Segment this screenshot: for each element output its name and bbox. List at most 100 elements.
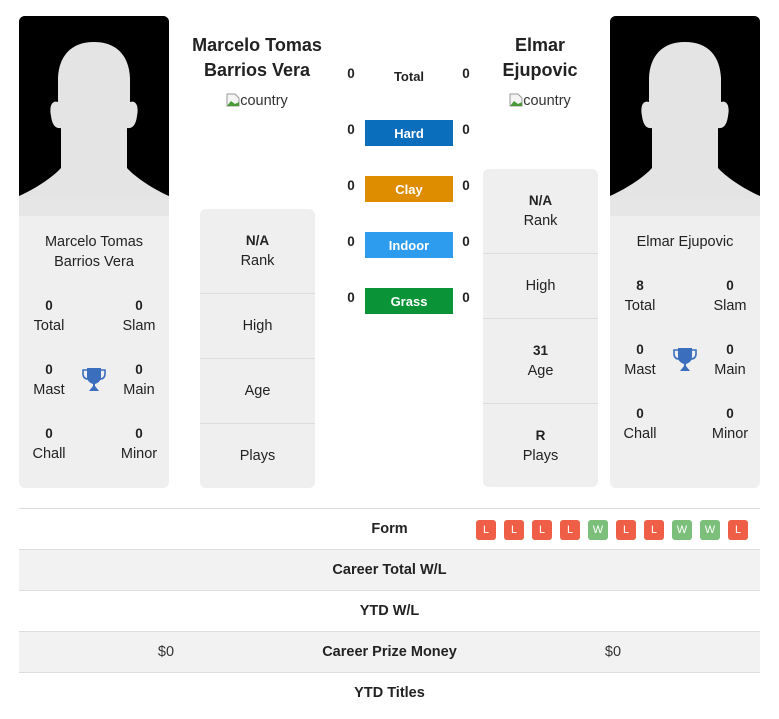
- player1-stat-mast: 0 Mast: [19, 360, 79, 400]
- form-badge-loss[interactable]: L: [504, 520, 524, 540]
- surface-hard-badge: Hard: [365, 120, 453, 146]
- form-badge-loss[interactable]: L: [560, 520, 580, 540]
- info-label: Age: [244, 383, 271, 399]
- h2h-label-total: Total: [393, 69, 425, 84]
- player1-card-name: Marcelo Tomas Barrios Vera: [19, 232, 169, 272]
- country-alt-text: country: [523, 93, 571, 109]
- form-badge-win[interactable]: W: [700, 520, 720, 540]
- player1-stat-total: 0 Total: [19, 296, 79, 336]
- stat-label: Main: [123, 382, 155, 398]
- stat-value: 0: [636, 342, 644, 357]
- player2-titles-card: Elmar Ejupovic 8 Total 0 Slam 0 Mast 0 M…: [610, 216, 760, 488]
- player2-plays: R Plays: [483, 404, 598, 487]
- stat-value: 0: [45, 426, 53, 441]
- player2-name-line1: Elmar: [514, 35, 566, 55]
- player1-titles-card: Marcelo Tomas Barrios Vera 0 Total 0 Sla…: [19, 216, 169, 488]
- player2-stat-total: 8 Total: [610, 276, 670, 316]
- stat-value: 0: [135, 426, 143, 441]
- stat-label: Chall: [32, 446, 66, 462]
- form-badge-loss[interactable]: L: [476, 520, 496, 540]
- player1-info-card: N/A Rank High Age Plays: [200, 209, 315, 488]
- player2-rank: N/A Rank: [483, 169, 598, 254]
- trophy-icon: [82, 368, 106, 391]
- h2h-p1-grass: 0: [347, 290, 355, 305]
- player1-card-name-line2: Barrios Vera: [54, 254, 134, 270]
- player1-stat-main: 0 Main: [109, 360, 169, 400]
- p2-value: [543, 591, 683, 632]
- stat-value: 0: [135, 298, 143, 313]
- player1-name-line2: Barrios Vera: [203, 60, 311, 80]
- player2-photo: [610, 16, 760, 216]
- player2-name[interactable]: Elmar Ejupovic: [460, 33, 620, 83]
- table-row-prize-money: $0 Career Prize Money $0: [19, 631, 760, 673]
- p2-value: [543, 550, 683, 591]
- player2-age: 31 Age: [483, 319, 598, 404]
- stat-value: 0: [45, 298, 53, 313]
- form-badge-loss[interactable]: L: [644, 520, 664, 540]
- stat-label: Slam: [122, 318, 156, 334]
- h2h-p2-hard: 0: [462, 122, 470, 137]
- info-value: N/A: [528, 193, 553, 208]
- info-value: R: [535, 427, 546, 443]
- form-badge-loss[interactable]: L: [728, 520, 748, 540]
- h2h-p1-total: 0: [347, 66, 355, 81]
- form-badge-win[interactable]: W: [588, 520, 608, 540]
- info-value: 31: [532, 343, 549, 358]
- info-label: High: [242, 318, 273, 334]
- info-label: Age: [527, 363, 554, 379]
- info-label: High: [525, 278, 556, 294]
- trophy-icon: [673, 348, 697, 371]
- stat-label: Main: [714, 362, 746, 378]
- table-row-career-wl: Career Total W/L: [19, 549, 760, 591]
- player2-stat-mast: 0 Mast: [610, 340, 670, 380]
- stat-label: Minor: [120, 446, 158, 462]
- h2h-p2-indoor: 0: [462, 234, 470, 249]
- player1-country-flag: country: [177, 93, 337, 109]
- player1-plays: Plays: [200, 424, 315, 488]
- broken-image-icon: [226, 93, 240, 107]
- h2h-p1-indoor: 0: [347, 234, 355, 249]
- avatar-silhouette-icon: [610, 16, 760, 216]
- stat-value: 0: [135, 362, 143, 377]
- player2-card-name: Elmar Ejupovic: [636, 234, 734, 250]
- player2-high: High: [483, 254, 598, 319]
- avatar-silhouette-icon: [19, 16, 169, 216]
- player2-stat-minor: 0 Minor: [700, 404, 760, 444]
- stat-label: Chall: [623, 426, 657, 442]
- player1-age: Age: [200, 359, 315, 424]
- h2h-p2-grass: 0: [462, 290, 470, 305]
- stat-label: Mast: [33, 382, 65, 398]
- p2-value: [543, 673, 683, 714]
- stat-value: 8: [636, 278, 644, 293]
- info-label: Rank: [240, 253, 275, 269]
- player1-stat-minor: 0 Minor: [109, 424, 169, 464]
- stat-label: Slam: [713, 298, 747, 314]
- table-row-ytd-titles: YTD Titles: [19, 672, 760, 714]
- form-badges: LLLLWLLWWL: [476, 520, 748, 540]
- info-value: N/A: [245, 233, 270, 248]
- player1-high: High: [200, 294, 315, 359]
- form-badge-win[interactable]: W: [672, 520, 692, 540]
- player2-name-line2: Ejupovic: [502, 60, 578, 80]
- form-badge-loss[interactable]: L: [532, 520, 552, 540]
- h2h-p2-clay: 0: [462, 178, 470, 193]
- info-label: Rank: [523, 213, 558, 229]
- stat-label: Total: [624, 298, 656, 314]
- p2-value: $0: [604, 644, 622, 660]
- form-badge-loss[interactable]: L: [616, 520, 636, 540]
- player1-name-line1: Marcelo Tomas: [192, 35, 322, 55]
- stat-label: Mast: [624, 362, 656, 378]
- player2-country-flag: country: [460, 93, 620, 109]
- stat-value: 0: [726, 278, 734, 293]
- player2-stat-slam: 0 Slam: [700, 276, 760, 316]
- player1-card-name-line1: Marcelo Tomas: [44, 234, 144, 250]
- player1-photo: [19, 16, 169, 216]
- player1-name[interactable]: Marcelo Tomas Barrios Vera: [177, 33, 337, 83]
- stat-label: Minor: [711, 426, 749, 442]
- player1-stat-chall: 0 Chall: [19, 424, 79, 464]
- player1-rank: N/A Rank: [200, 209, 315, 294]
- stat-value: 0: [636, 406, 644, 421]
- stat-value: 0: [726, 406, 734, 421]
- surface-grass-badge: Grass: [365, 288, 453, 314]
- player1-stat-slam: 0 Slam: [109, 296, 169, 336]
